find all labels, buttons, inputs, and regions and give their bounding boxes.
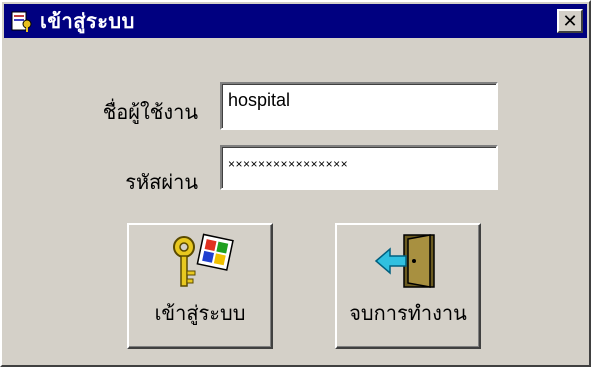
close-icon: ✕ — [562, 10, 578, 32]
exit-button-label: จบการทำงาน — [349, 301, 467, 325]
close-button[interactable]: ✕ — [557, 9, 583, 33]
key-windows-icon — [173, 233, 234, 287]
app-icon — [11, 11, 32, 32]
username-field[interactable]: hospital — [220, 82, 498, 130]
login-button[interactable]: เข้าสู่ระบบ — [127, 223, 273, 349]
username-label: ชื่อผู้ใช้งาน — [102, 100, 198, 124]
password-label: รหัสผ่าน — [125, 170, 198, 194]
window-title: เข้าสู่ระบบ — [40, 9, 135, 33]
login-window: เข้าสู่ระบบ ✕ ชื่อผู้ใช้งาน hospital รหั… — [0, 0, 591, 367]
door-exit-icon — [374, 234, 435, 288]
login-button-label: เข้าสู่ระบบ — [154, 301, 246, 325]
title-bar[interactable]: เข้าสู่ระบบ ✕ — [4, 4, 587, 38]
exit-button[interactable]: จบการทำงาน — [335, 223, 481, 349]
password-field[interactable]: ×××××××××××××××× — [220, 145, 498, 190]
